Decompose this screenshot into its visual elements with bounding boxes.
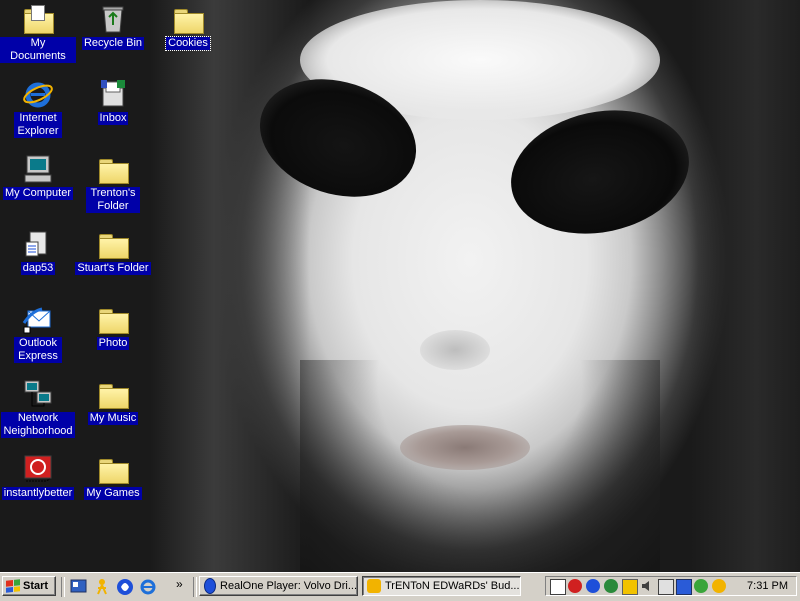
globe-icon[interactable] [604,579,618,593]
desktop-icon-outlook-express[interactable]: Outlook Express [0,303,76,363]
aim-icon [367,579,381,593]
desktop-icon-stuarts-folder[interactable]: Stuart's Folder [75,228,151,275]
clock[interactable]: 7:31 PM [747,580,788,592]
task-scheduler-icon[interactable] [676,579,692,595]
volume-icon[interactable] [640,579,654,593]
instantlybetter-icon [22,453,54,485]
desktop-icon-label: My Music [87,412,139,425]
folder-icon [97,303,129,335]
my-computer-icon [22,153,54,185]
desktop-icon-label: My Games [84,487,142,500]
desktop-icon-label: Trenton's Folder [86,187,140,213]
taskbar-separator [193,577,197,597]
network-neighborhood-icon [22,378,54,410]
start-label: Start [23,580,49,592]
taskbar-button-label: RealOne Player: Volvo Dri... [220,580,357,592]
desktop-icon-photo[interactable]: Photo [75,303,151,350]
desktop-icon-label: Recycle Bin [81,37,145,50]
desktop-icon-label: My Documents [0,37,76,63]
desktop[interactable]: My Documents Recycle Bin Cookies Interne… [0,0,800,572]
desktop-icon-network-neighborhood[interactable]: Network Neighborhood [0,378,76,438]
desktop-icon-trentons-folder[interactable]: Trenton's Folder [75,153,151,213]
desktop-icon-internet-explorer[interactable]: Internet Explorer [0,78,76,138]
display-icon[interactable] [622,579,638,595]
quick-launch-chevron[interactable]: » [176,577,183,591]
desktop-icon-my-computer[interactable]: My Computer [0,153,76,200]
show-desktop-icon[interactable] [70,578,88,596]
folder-icon [97,453,129,485]
system-tray: 7:31 PM [545,576,797,596]
internet-explorer-icon [22,78,54,110]
folder-icon [97,153,129,185]
desktop-icon-recycle-bin[interactable]: Recycle Bin [75,3,151,50]
aim-icon[interactable] [93,578,111,596]
inbox-icon [97,78,129,110]
desktop-icon-label: Outlook Express [14,337,62,363]
desktop-icon-label: dap53 [20,262,56,275]
wallpaper-shade [690,0,800,572]
desktop-icon-my-games[interactable]: My Games [75,453,151,500]
desktop-icon-inbox[interactable]: Inbox [75,78,151,125]
realone-icon[interactable] [116,578,134,596]
start-button[interactable]: Start [2,576,56,596]
security-icon[interactable] [568,579,582,593]
taskbar-button-aim[interactable]: TrENToN EDWaRDs' Bud... [362,576,521,596]
realone-icon [204,578,217,594]
desktop-icon-my-documents[interactable]: My Documents [0,3,76,63]
desktop-icon-label: Inbox [97,112,129,125]
messenger-icon[interactable] [694,579,708,593]
dap-icon [22,228,54,260]
desktop-icon-label: Stuart's Folder [75,262,151,275]
windows-logo-icon [6,579,20,593]
aim-tray-icon[interactable] [712,579,726,593]
desktop-icon-cookies[interactable]: Cookies [150,3,226,51]
desktop-icon-label: Cookies [165,36,211,51]
desktop-icon-label: Internet Explorer [14,112,62,138]
taskbar-button-realone[interactable]: RealOne Player: Volvo Dri... [199,576,358,596]
recycle-bin-icon [97,3,129,35]
desktop-icon-dap53[interactable]: dap53 [0,228,76,275]
desktop-icon-label: Network Neighborhood [1,412,75,438]
my-documents-icon [22,3,54,35]
taskbar-button-label: TrENToN EDWaRDs' Bud... [385,580,520,592]
taskbar-separator [61,577,65,597]
realone-tray-icon[interactable] [586,579,600,593]
folder-icon [172,3,204,35]
outlook-express-icon [22,303,54,335]
internet-explorer-icon[interactable] [139,578,157,596]
network-icon[interactable] [550,579,566,595]
folder-icon [97,228,129,260]
desktop-icon-label: instantlybetter [1,487,75,500]
folder-icon [97,378,129,410]
taskbar: Start » RealOne Player: Volvo Dri... TrE… [0,572,800,601]
wallpaper-eye [499,94,701,250]
desktop-icon-my-music[interactable]: My Music [75,378,151,425]
desktop-icon-label: Photo [96,337,130,350]
desktop-icon-instantlybetter[interactable]: instantlybetter [0,453,76,500]
mail-icon[interactable] [658,579,674,595]
wallpaper-chin [300,360,660,572]
desktop-icon-label: My Computer [2,187,74,200]
